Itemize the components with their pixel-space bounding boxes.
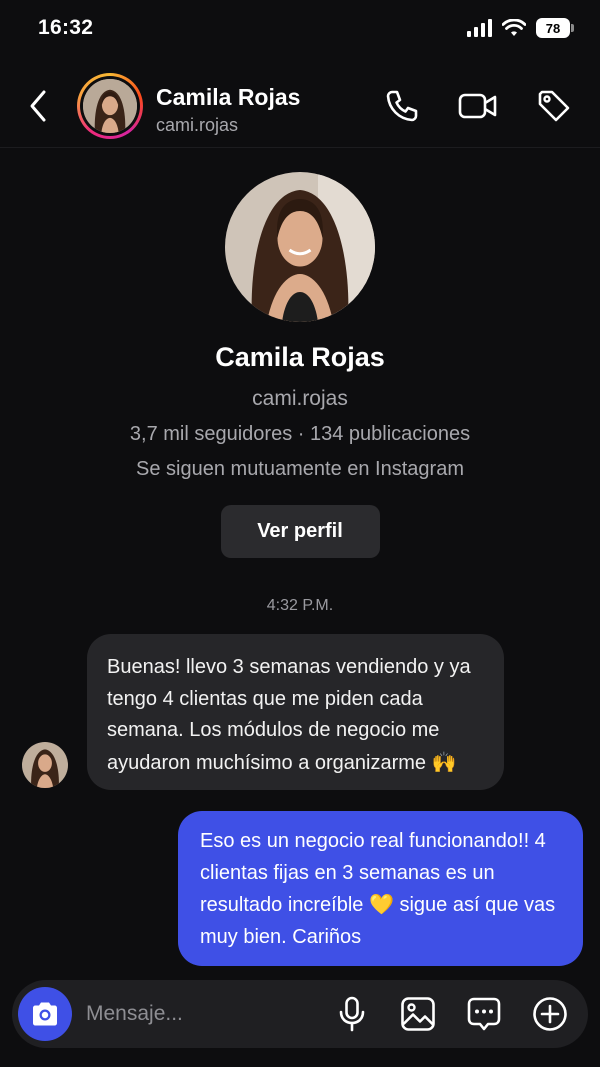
header-contact-username: cami.rojas bbox=[156, 115, 239, 135]
message-input[interactable] bbox=[86, 994, 316, 1034]
avatar-photo bbox=[22, 742, 68, 788]
profile-avatar[interactable] bbox=[225, 172, 375, 322]
video-call-button[interactable] bbox=[458, 86, 498, 126]
header-contact-name[interactable]: Camila Rojas bbox=[156, 84, 300, 111]
yellow-heart-emoji: 💛 bbox=[369, 892, 394, 916]
more-actions-button[interactable] bbox=[530, 994, 570, 1034]
header-actions bbox=[382, 86, 574, 126]
outgoing-message-bubble[interactable]: Eso es un negocio real funcionando!! 4 c… bbox=[178, 811, 583, 966]
signal-icon bbox=[467, 19, 492, 37]
call-button[interactable] bbox=[382, 86, 422, 126]
back-icon bbox=[30, 90, 46, 122]
camera-button[interactable] bbox=[18, 987, 72, 1041]
camera-icon bbox=[33, 1002, 57, 1026]
gallery-button[interactable] bbox=[398, 994, 438, 1034]
plus-icon bbox=[533, 997, 567, 1031]
profile-username: cami.rojas bbox=[252, 387, 348, 410]
sticker-icon bbox=[467, 997, 501, 1031]
chat-header: Camila Rojas cami.rojas bbox=[0, 64, 600, 148]
tag-button[interactable] bbox=[534, 86, 574, 126]
profile-stats: 3,7 mil seguidores · 134 publicaciones bbox=[129, 423, 471, 445]
profile-name: Camila Rojas bbox=[215, 342, 385, 372]
avatar-photo bbox=[83, 79, 137, 133]
mutual-follow-note: Se siguen mutuamente en Instagram bbox=[136, 458, 464, 480]
voice-message-button[interactable] bbox=[332, 994, 372, 1034]
status-bar: 16:32 78 bbox=[0, 0, 600, 56]
battery-indicator: 78 bbox=[536, 18, 574, 38]
composer-actions bbox=[332, 994, 570, 1034]
view-profile-button[interactable]: Ver perfil bbox=[220, 505, 380, 558]
status-indicators: 78 bbox=[466, 16, 574, 40]
message-text: Buenas! llevo 3 semanas vendiendo y ya t… bbox=[107, 656, 471, 774]
sticker-button[interactable] bbox=[464, 994, 504, 1034]
profile-summary: Camila Rojas cami.rojas 3,7 mil seguidor… bbox=[0, 172, 600, 558]
phone-icon bbox=[386, 90, 418, 122]
microphone-icon bbox=[339, 996, 365, 1032]
message-composer bbox=[12, 980, 588, 1048]
message-timestamp: 4:32 P.M. bbox=[266, 597, 334, 614]
wifi-icon bbox=[502, 19, 526, 36]
gallery-icon bbox=[401, 997, 435, 1031]
sender-avatar[interactable] bbox=[22, 742, 68, 788]
status-time: 16:32 bbox=[38, 16, 94, 39]
header-avatar[interactable] bbox=[77, 73, 143, 139]
video-icon bbox=[458, 93, 497, 119]
tag-icon bbox=[538, 90, 570, 122]
incoming-message-bubble[interactable]: Buenas! llevo 3 semanas vendiendo y ya t… bbox=[87, 634, 504, 790]
avatar-photo bbox=[225, 172, 375, 322]
raised-hands-emoji: 🙌 bbox=[431, 749, 457, 774]
back-button[interactable] bbox=[22, 86, 54, 126]
